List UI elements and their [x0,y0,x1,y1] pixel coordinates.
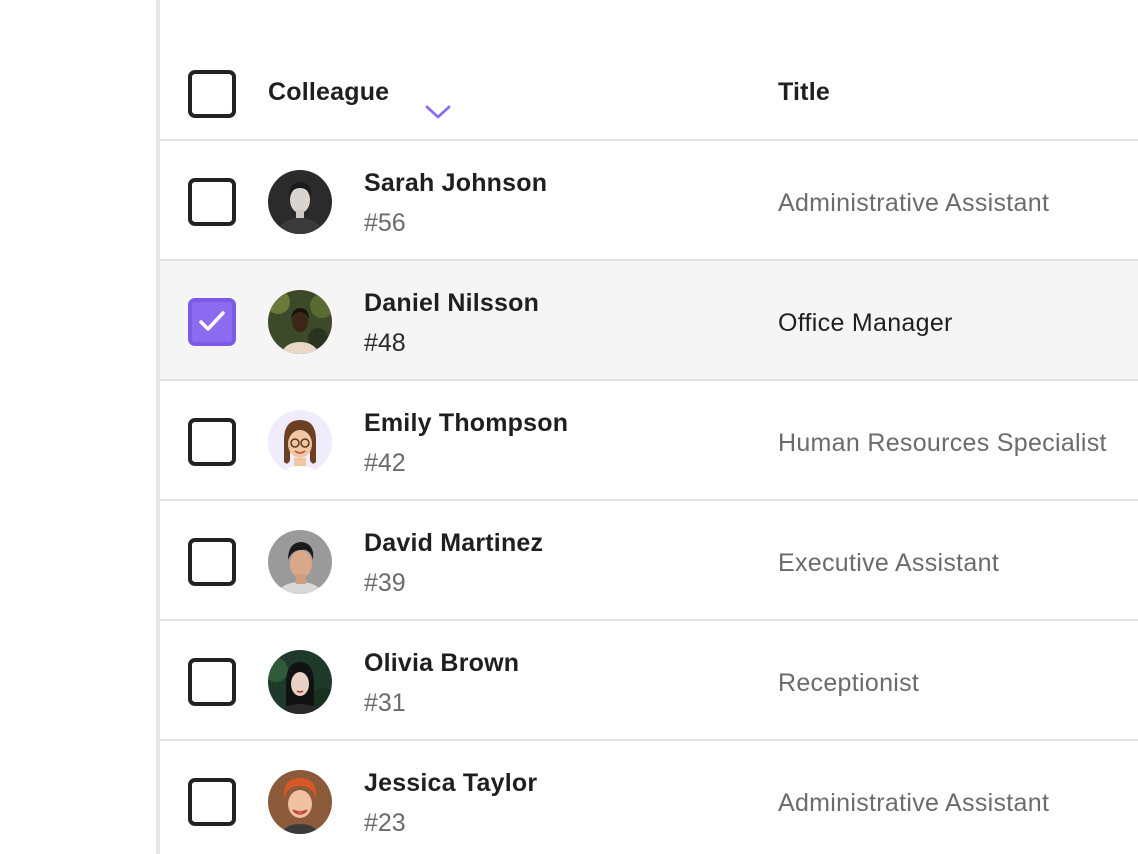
colleague-id: #39 [364,569,406,598]
colleague-name: Olivia Brown [364,649,519,678]
row-checkbox[interactable] [188,658,236,706]
row-checkbox[interactable] [188,178,236,226]
table-row[interactable]: Sarah Johnson #56 Administrative Assista… [160,141,1138,261]
table-row[interactable]: Emily Thompson #42 Human Resources Speci… [160,381,1138,501]
colleague-name: Daniel Nilsson [364,289,539,318]
table-row[interactable]: Daniel Nilsson #48 Office Manager [160,261,1138,381]
select-all-checkbox[interactable] [188,70,236,118]
colleague-id: #56 [364,209,406,238]
colleague-id: #48 [364,329,406,358]
colleague-title: Receptionist [778,669,919,698]
colleague-name: Jessica Taylor [364,769,537,798]
avatar [268,290,332,354]
row-checkbox[interactable] [188,418,236,466]
title-column-header: Title [778,78,830,107]
colleague-title: Office Manager [778,309,953,338]
avatar [268,410,332,474]
check-icon [197,308,227,336]
colleague-id: #31 [364,689,406,718]
table-row[interactable]: Jessica Taylor #23 Administrative Assist… [160,741,1138,854]
colleagues-table: Colleague Title Sarah Johnson #56 Admini… [160,0,1138,854]
avatar [268,770,332,834]
colleague-id: #42 [364,449,406,478]
row-checkbox[interactable] [188,538,236,586]
colleague-title: Executive Assistant [778,549,999,578]
colleague-title: Human Resources Specialist [778,429,1107,458]
row-checkbox[interactable] [188,298,236,346]
colleague-title: Administrative Assistant [778,189,1049,218]
table-row[interactable]: Olivia Brown #31 Receptionist [160,621,1138,741]
table-row[interactable]: David Martinez #39 Executive Assistant [160,501,1138,621]
avatar [268,650,332,714]
colleague-column-header[interactable]: Colleague [268,78,389,107]
row-checkbox[interactable] [188,778,236,826]
colleague-name: Sarah Johnson [364,169,547,198]
left-gutter [0,0,156,854]
table-header: Colleague Title [160,20,1138,141]
colleagues-page: Colleague Title Sarah Johnson #56 Admini… [0,0,1138,854]
colleague-name: David Martinez [364,529,543,558]
avatar [268,530,332,594]
colleague-name: Emily Thompson [364,409,568,438]
colleague-title: Administrative Assistant [778,789,1049,818]
avatar [268,170,332,234]
colleague-id: #23 [364,809,406,838]
chevron-down-icon[interactable] [424,104,452,125]
